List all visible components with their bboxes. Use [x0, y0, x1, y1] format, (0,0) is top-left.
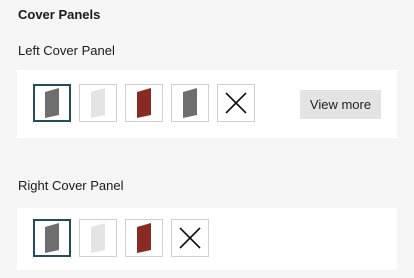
panel-light-icon — [91, 88, 105, 118]
left-swatch-light[interactable] — [79, 84, 117, 122]
right-cover-panel-options — [17, 208, 397, 270]
panel-gray-icon — [45, 223, 59, 253]
left-swatch-none[interactable] — [217, 84, 255, 122]
section-title: Cover Panels — [18, 7, 101, 22]
close-icon — [225, 92, 247, 114]
panel-light-icon — [91, 223, 105, 253]
right-swatch-gray[interactable] — [33, 219, 71, 257]
left-swatch-red[interactable] — [125, 84, 163, 122]
right-swatch-light[interactable] — [79, 219, 117, 257]
left-cover-panel-label: Left Cover Panel — [18, 43, 115, 58]
panel-red-icon — [137, 88, 151, 118]
panel-gray-icon — [45, 88, 59, 118]
left-cover-panel-options: View more — [17, 70, 397, 138]
left-swatch-gray[interactable] — [33, 84, 71, 122]
close-icon — [179, 227, 201, 249]
panel-gray-icon — [183, 88, 197, 118]
right-swatch-red[interactable] — [125, 219, 163, 257]
view-more-button[interactable]: View more — [300, 90, 381, 119]
panel-red-icon — [137, 223, 151, 253]
right-cover-panel-label: Right Cover Panel — [18, 178, 124, 193]
right-swatch-none[interactable] — [171, 219, 209, 257]
left-swatch-gray-2[interactable] — [171, 84, 209, 122]
